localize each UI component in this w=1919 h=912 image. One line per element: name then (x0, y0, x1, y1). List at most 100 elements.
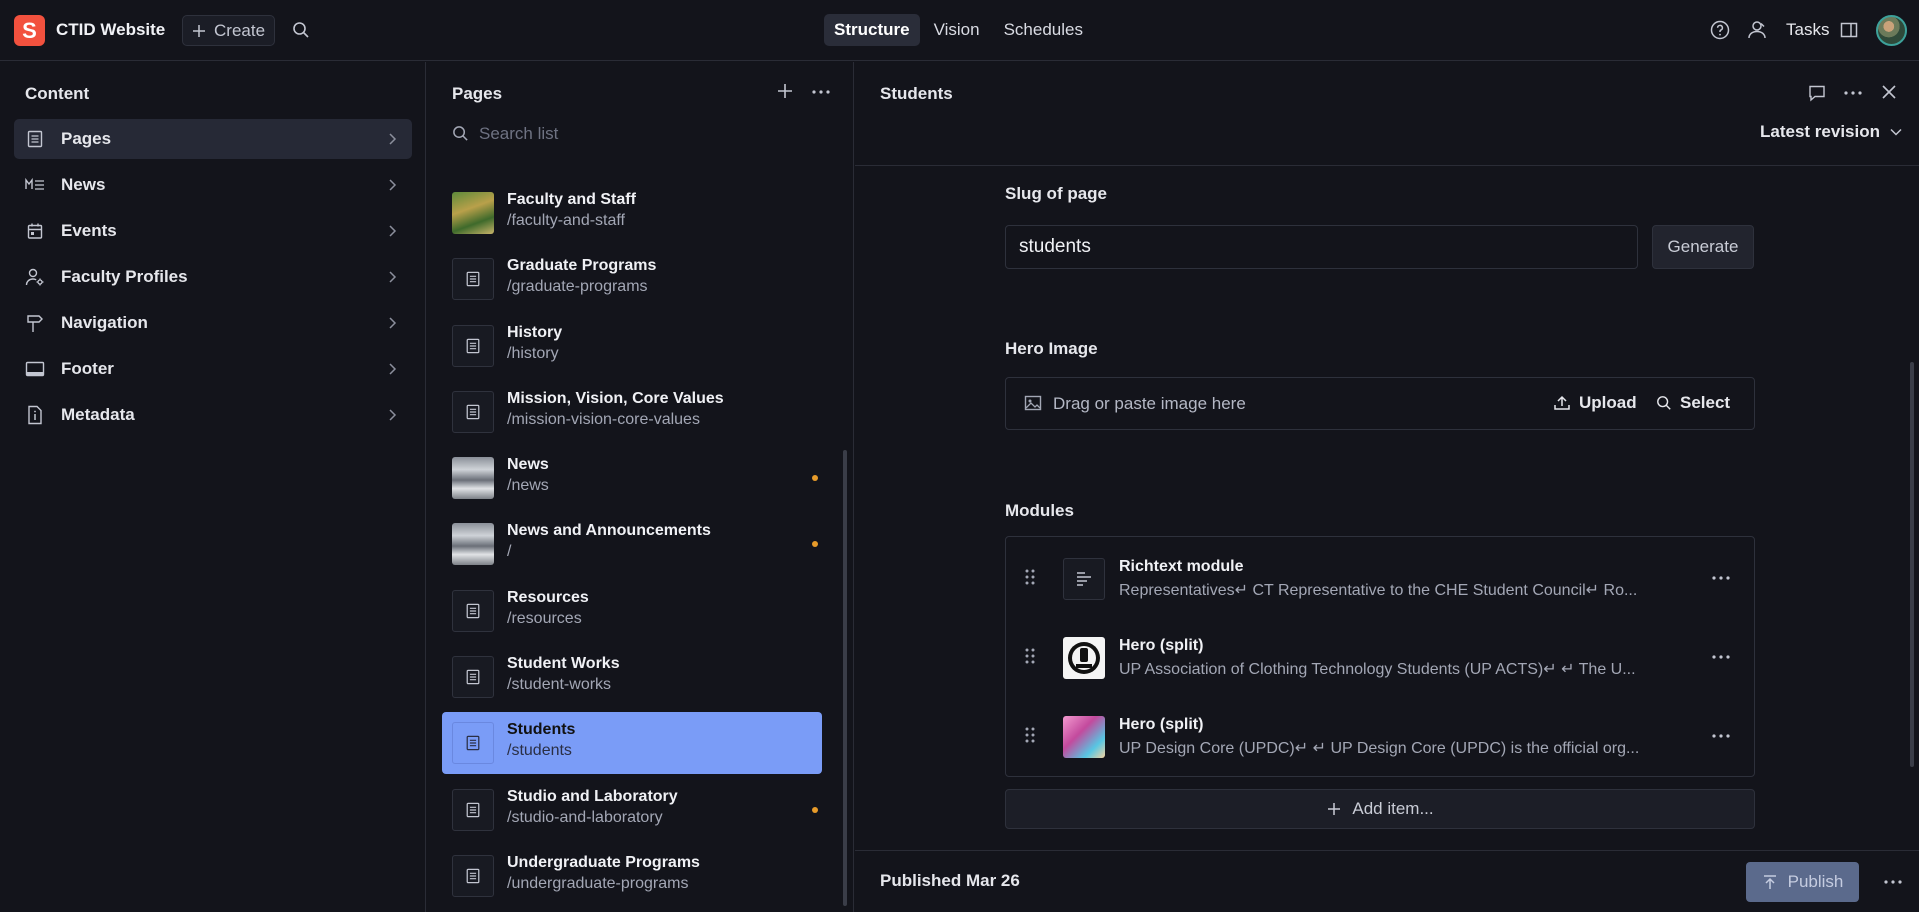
scrollbar[interactable] (843, 450, 847, 906)
close-icon[interactable] (1881, 84, 1897, 100)
select-button[interactable]: Select (1656, 393, 1730, 413)
help-icon[interactable] (1710, 20, 1730, 40)
drag-handle-icon[interactable] (1024, 568, 1036, 586)
draft-indicator (812, 806, 818, 813)
markdown-icon (25, 175, 45, 195)
page-slug: /faculty-and-staff (507, 212, 625, 229)
content-item-label: News (61, 175, 106, 194)
more-icon[interactable] (1844, 91, 1862, 95)
workspace-title[interactable]: CTID Website (56, 20, 165, 40)
page-title: Mission, Vision, Core Values (507, 389, 724, 407)
generate-button[interactable]: Generate (1652, 225, 1754, 269)
list-item[interactable]: Student Works /student-works (442, 646, 822, 708)
page-slug: /mission-vision-core-values (507, 410, 700, 428)
footer-icon (25, 359, 45, 379)
document-icon (452, 722, 494, 765)
revision-select[interactable]: Latest revision (1760, 122, 1902, 142)
page-slug: / (507, 543, 512, 561)
module-item[interactable]: Hero (split) UP Design Core (UPDC)↵ ↵ UP… (1006, 698, 1754, 770)
chevron-right-icon (386, 408, 398, 422)
top-tabs: Structure Vision Schedules (824, 14, 1093, 46)
drag-handle-icon[interactable] (1024, 726, 1036, 744)
document-icon (452, 390, 494, 433)
content-item-pages[interactable]: Pages (14, 119, 412, 159)
chevron-right-icon (386, 270, 398, 284)
add-item-button[interactable]: Add item... (1005, 789, 1755, 829)
page-title: Students (507, 721, 576, 739)
document-footer: Published Mar 26 Publish (855, 850, 1919, 912)
people-icon[interactable] (1746, 19, 1768, 41)
list-item[interactable]: News /news (442, 447, 822, 509)
create-button[interactable]: Create (182, 15, 275, 46)
list-item[interactable]: Undergraduate Programs /undergraduate-pr… (442, 845, 822, 907)
list-item[interactable]: Mission, Vision, Core Values /mission-vi… (442, 381, 822, 443)
page-slug: /student-works (507, 676, 612, 694)
tasks-button[interactable]: Tasks (1786, 20, 1829, 40)
list-item[interactable]: News and Announcements / (442, 513, 822, 575)
select-label: Select (1680, 393, 1731, 412)
page-title: Undergraduate Programs (507, 853, 700, 871)
modules-label: Modules (1005, 501, 1074, 520)
content-pane: Content Pages News Events Faculty Profil… (0, 62, 426, 912)
content-item-news[interactable]: News (14, 165, 412, 205)
hero-image-label: Hero Image (1005, 339, 1098, 358)
module-item[interactable]: Richtext module Representatives↵ CT Repr… (1006, 540, 1754, 612)
scrollbar[interactable] (1910, 362, 1914, 767)
panel-icon[interactable] (1840, 21, 1858, 39)
module-description: UP Design Core (UPDC)↵ ↵ UP Design Core … (1119, 740, 1640, 757)
slug-input[interactable]: students (1005, 225, 1638, 269)
more-icon[interactable] (812, 90, 830, 94)
list-item[interactable]: Studio and Laboratory /studio-and-labora… (442, 779, 822, 841)
more-icon[interactable] (1712, 576, 1730, 580)
avatar[interactable] (1876, 15, 1907, 46)
list-item[interactable]: Resources /resources (442, 580, 822, 642)
list-item-selected[interactable]: Students /students (442, 712, 822, 775)
upload-label: Upload (1579, 393, 1637, 412)
upload-button[interactable]: Upload (1553, 393, 1637, 413)
list-item[interactable]: Graduate Programs /graduate-programs (442, 248, 822, 310)
content-item-label: Faculty Profiles (61, 267, 188, 286)
more-icon[interactable] (1884, 880, 1902, 884)
add-page-button[interactable] (776, 82, 794, 100)
page-thumbnail (452, 192, 494, 234)
content-item-events[interactable]: Events (14, 211, 412, 251)
document-icon (25, 129, 45, 149)
page-thumbnail (452, 457, 494, 500)
chevron-right-icon (386, 316, 398, 330)
search-input[interactable] (479, 120, 819, 148)
comment-icon[interactable] (1808, 84, 1826, 102)
content-item-faculty-profiles[interactable]: Faculty Profiles (14, 257, 412, 297)
drag-handle-icon[interactable] (1024, 647, 1036, 665)
content-item-footer[interactable]: Footer (14, 349, 412, 389)
revision-label: Latest revision (1760, 122, 1880, 141)
module-item[interactable]: Hero (split) UP Association of Clothing … (1006, 619, 1754, 691)
module-thumbnail (1063, 637, 1105, 679)
document-icon (452, 788, 494, 831)
chevron-right-icon (386, 362, 398, 376)
content-header: Content (25, 84, 90, 103)
chevron-right-icon (386, 132, 398, 146)
page-title: History (507, 323, 563, 341)
publish-button[interactable]: Publish (1746, 862, 1859, 902)
page-slug: /history (507, 344, 559, 362)
slug-label: Slug of page (1005, 184, 1107, 203)
tab-vision[interactable]: Vision (924, 14, 990, 46)
search-icon[interactable] (292, 21, 310, 39)
signpost-icon (25, 313, 45, 333)
chevron-down-icon (1890, 128, 1902, 136)
more-icon[interactable] (1712, 655, 1730, 659)
page-slug: /resources (507, 609, 582, 627)
search-icon (1656, 395, 1672, 411)
content-item-metadata[interactable]: Metadata (14, 395, 412, 435)
tab-structure[interactable]: Structure (824, 14, 920, 46)
list-item[interactable]: Faculty and Staff /faculty-and-staff (442, 182, 822, 244)
app-logo[interactable]: S (14, 15, 45, 46)
module-description: Representatives↵ CT Representative to th… (1119, 582, 1638, 599)
more-icon[interactable] (1712, 734, 1730, 738)
content-item-navigation[interactable]: Navigation (14, 303, 412, 343)
page-slug: /news (507, 477, 549, 495)
image-dropzone[interactable]: Drag or paste image here Upload Select (1005, 377, 1755, 430)
document-icon (452, 589, 494, 632)
list-item[interactable]: History /history (442, 315, 822, 377)
tab-schedules[interactable]: Schedules (994, 14, 1093, 46)
